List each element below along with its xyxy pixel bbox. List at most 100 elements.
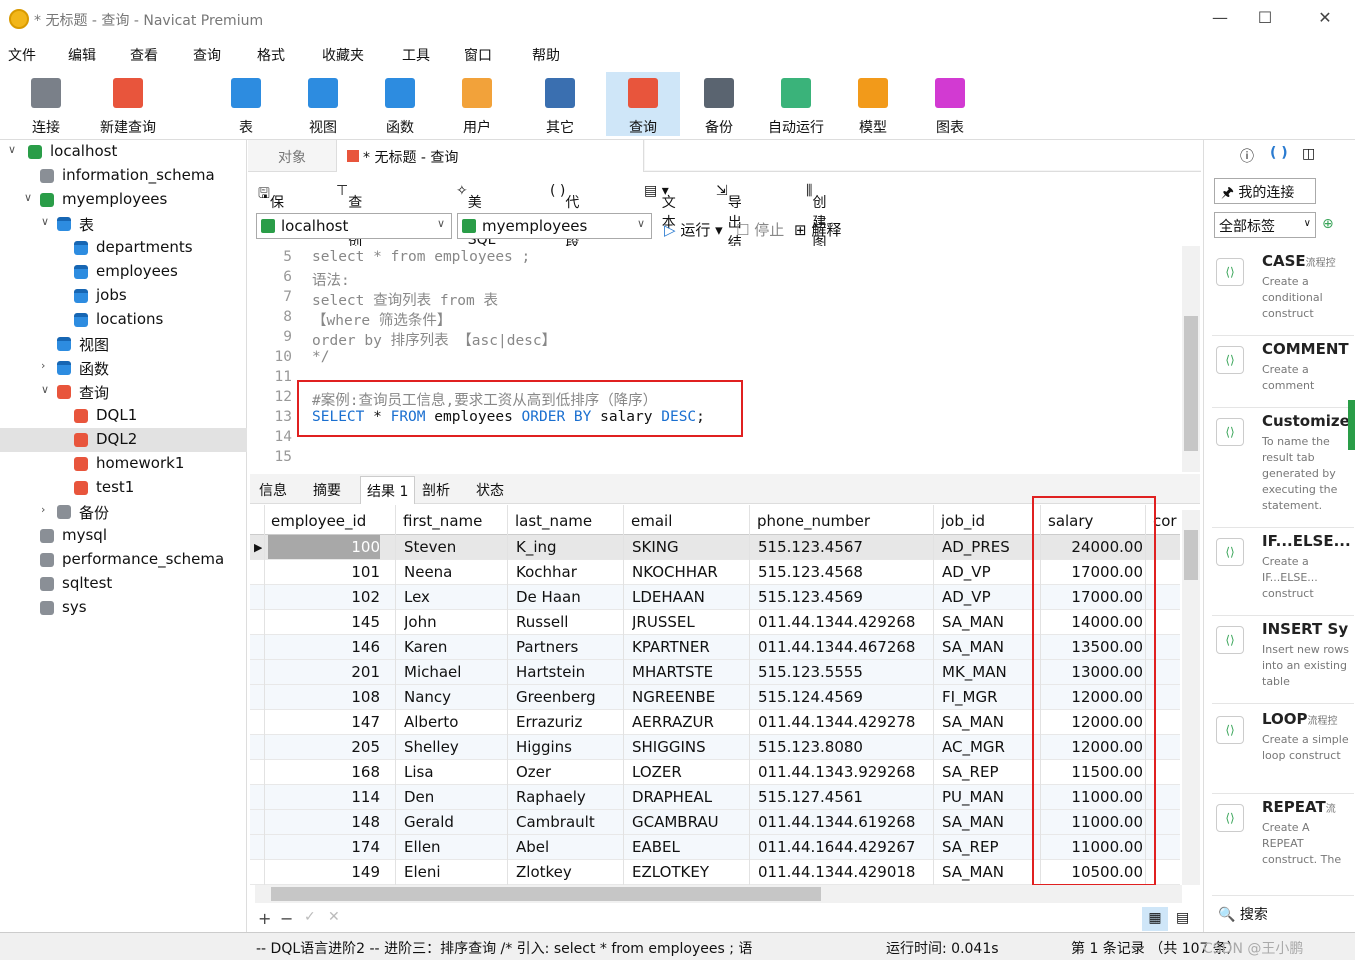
table-cell[interactable]: MHARTSTE xyxy=(632,663,754,681)
table-cell[interactable]: SKING xyxy=(632,538,754,556)
table-cell[interactable]: 011.44.1644.429267 xyxy=(758,838,938,856)
tree-item-jobs[interactable]: jobs xyxy=(0,284,247,308)
snippet-search[interactable]: 🔍 搜索 xyxy=(1218,904,1268,924)
table-cell[interactable]: 149 xyxy=(268,863,380,881)
chevron-down-icon[interactable]: ∨ xyxy=(41,215,49,228)
column-header-email[interactable]: email xyxy=(631,512,753,530)
snippet-item[interactable]: ⟨⟩ IF...ELSE... Create a IF...ELSE... cons… xyxy=(1212,532,1354,616)
table-cell[interactable]: 201 xyxy=(268,663,380,681)
toolbar-new-query-button[interactable]: 新建查询 xyxy=(93,72,163,136)
menu-help[interactable]: 帮助 xyxy=(532,45,560,65)
tree-item-information-schema[interactable]: information_schema xyxy=(0,164,247,188)
table-cell[interactable]: 108 xyxy=(268,688,380,706)
toolbar-backup-button[interactable]: 备份 xyxy=(684,72,754,136)
tab-profile[interactable]: 剖析 xyxy=(422,480,450,500)
close-icon[interactable]: ✕ xyxy=(1310,8,1340,27)
table-cell[interactable]: Den xyxy=(404,788,512,806)
table-cell[interactable]: Kochhar xyxy=(516,563,628,581)
table-cell[interactable]: Alberto xyxy=(404,713,512,731)
chevron-right-icon[interactable]: › xyxy=(41,359,45,372)
table-cell[interactable]: GCAMBRAU xyxy=(632,813,754,831)
column-header-cor[interactable]: cor xyxy=(1153,512,1180,530)
tree-item-test1[interactable]: test1 xyxy=(0,476,247,500)
table-cell[interactable]: LDEHAAN xyxy=(632,588,754,606)
tree-item--[interactable]: 视图 xyxy=(0,332,247,356)
tab-result-1[interactable]: 结果 1 xyxy=(360,476,416,504)
table-cell[interactable]: 101 xyxy=(268,563,380,581)
menu-format[interactable]: 格式 xyxy=(257,45,285,65)
table-cell[interactable]: Cambrault xyxy=(516,813,628,831)
table-cell[interactable]: SA_REP xyxy=(942,763,1046,781)
toolbar-charts-button[interactable]: 图表 xyxy=(915,72,985,136)
table-cell[interactable]: Lisa xyxy=(404,763,512,781)
tab-objects[interactable]: 对象 xyxy=(268,140,316,172)
chevron-down-icon[interactable]: ∨ xyxy=(41,383,49,396)
table-cell[interactable]: Nancy xyxy=(404,688,512,706)
grid-hscroll-thumb[interactable] xyxy=(271,887,821,901)
form-view-icon[interactable]: ▤ xyxy=(1176,910,1189,926)
tree-item-sys[interactable]: sys xyxy=(0,596,247,620)
table-cell[interactable]: 102 xyxy=(268,588,380,606)
table-cell[interactable]: Higgins xyxy=(516,738,628,756)
grid-vertical-scrollbar[interactable] xyxy=(1182,510,1200,885)
menu-file[interactable]: 文件 xyxy=(8,45,36,65)
minimize-icon[interactable]: — xyxy=(1205,8,1235,27)
query-builder-button[interactable]: ⊤ 查询创建工具 xyxy=(336,183,362,311)
column-header-first_name[interactable]: first_name xyxy=(403,512,511,530)
apply-icon[interactable]: ✓ xyxy=(304,909,316,925)
chevron-down-icon[interactable]: ∨ xyxy=(24,191,32,204)
table-cell[interactable]: SA_MAN xyxy=(942,613,1046,631)
connection-select[interactable]: localhost ∨ xyxy=(256,213,452,239)
table-cell[interactable]: SHIGGINS xyxy=(632,738,754,756)
table-cell[interactable]: JRUSSEL xyxy=(632,613,754,631)
toolbar-table-button[interactable]: 表 xyxy=(211,72,281,136)
table-cell[interactable]: Ellen xyxy=(404,838,512,856)
table-cell[interactable]: Karen xyxy=(404,638,512,656)
table-cell[interactable]: 515.123.4569 xyxy=(758,588,938,606)
table-cell[interactable]: Raphaely xyxy=(516,788,628,806)
table-cell[interactable]: SA_MAN xyxy=(942,713,1046,731)
tab-info[interactable]: 信息 xyxy=(259,480,287,500)
table-cell[interactable]: Russell xyxy=(516,613,628,631)
table-cell[interactable]: 168 xyxy=(268,763,380,781)
chevron-right-icon[interactable]: › xyxy=(41,503,45,516)
table-cell[interactable]: 515.127.4561 xyxy=(758,788,938,806)
toolbar-query-button[interactable]: 查询 xyxy=(606,72,680,136)
tree-item-mysql[interactable]: mysql xyxy=(0,524,247,548)
table-cell[interactable]: 515.123.5555 xyxy=(758,663,938,681)
table-cell[interactable]: Abel xyxy=(516,838,628,856)
tree-item-departments[interactable]: departments xyxy=(0,236,247,260)
toolbar-model-button[interactable]: 模型 xyxy=(838,72,908,136)
table-cell[interactable]: FI_MGR xyxy=(942,688,1046,706)
table-cell[interactable]: Eleni xyxy=(404,863,512,881)
table-cell[interactable]: K_ing xyxy=(516,538,628,556)
grid-horizontal-scrollbar[interactable] xyxy=(255,885,1182,903)
grid-scroll-thumb[interactable] xyxy=(1184,530,1198,580)
save-button[interactable]: 🖫 保存 xyxy=(258,183,284,231)
menu-view[interactable]: 查看 xyxy=(130,45,158,65)
menu-favorites[interactable]: 收藏夹 xyxy=(322,45,364,65)
table-cell[interactable]: EABEL xyxy=(632,838,754,856)
info-icon[interactable]: ⓘ xyxy=(1240,146,1254,166)
table-cell[interactable]: Michael xyxy=(404,663,512,681)
table-cell[interactable]: 145 xyxy=(268,613,380,631)
table-cell[interactable]: 100 xyxy=(268,535,380,559)
toolbar-connect-button[interactable]: 连接 xyxy=(11,72,81,136)
table-cell[interactable]: NGREENBE xyxy=(632,688,754,706)
table-cell[interactable]: 515.123.4567 xyxy=(758,538,938,556)
tab-summary[interactable]: 摘要 xyxy=(313,480,341,500)
tab-status[interactable]: 状态 xyxy=(476,480,504,500)
stop-button[interactable]: ☐ 停止 xyxy=(736,219,784,240)
table-cell[interactable]: Gerald xyxy=(404,813,512,831)
table-cell[interactable]: Errazuriz xyxy=(516,713,628,731)
column-header-phone_number[interactable]: phone_number xyxy=(757,512,937,530)
table-cell[interactable]: LOZER xyxy=(632,763,754,781)
column-header-job_id[interactable]: job_id xyxy=(941,512,1045,530)
tree-item-homework1[interactable]: homework1 xyxy=(0,452,247,476)
snippet-item[interactable]: ⟨⟩ CASE流程控 Create a conditional construct xyxy=(1212,252,1354,336)
table-cell[interactable]: PU_MAN xyxy=(942,788,1046,806)
database-select[interactable]: myemployees ∨ xyxy=(457,213,652,239)
snippet-item[interactable]: ⟨⟩ Customize To name the result tab genera… xyxy=(1212,412,1354,528)
tree-item-sqltest[interactable]: sqltest xyxy=(0,572,247,596)
table-cell[interactable]: 011.44.1344.429018 xyxy=(758,863,938,881)
